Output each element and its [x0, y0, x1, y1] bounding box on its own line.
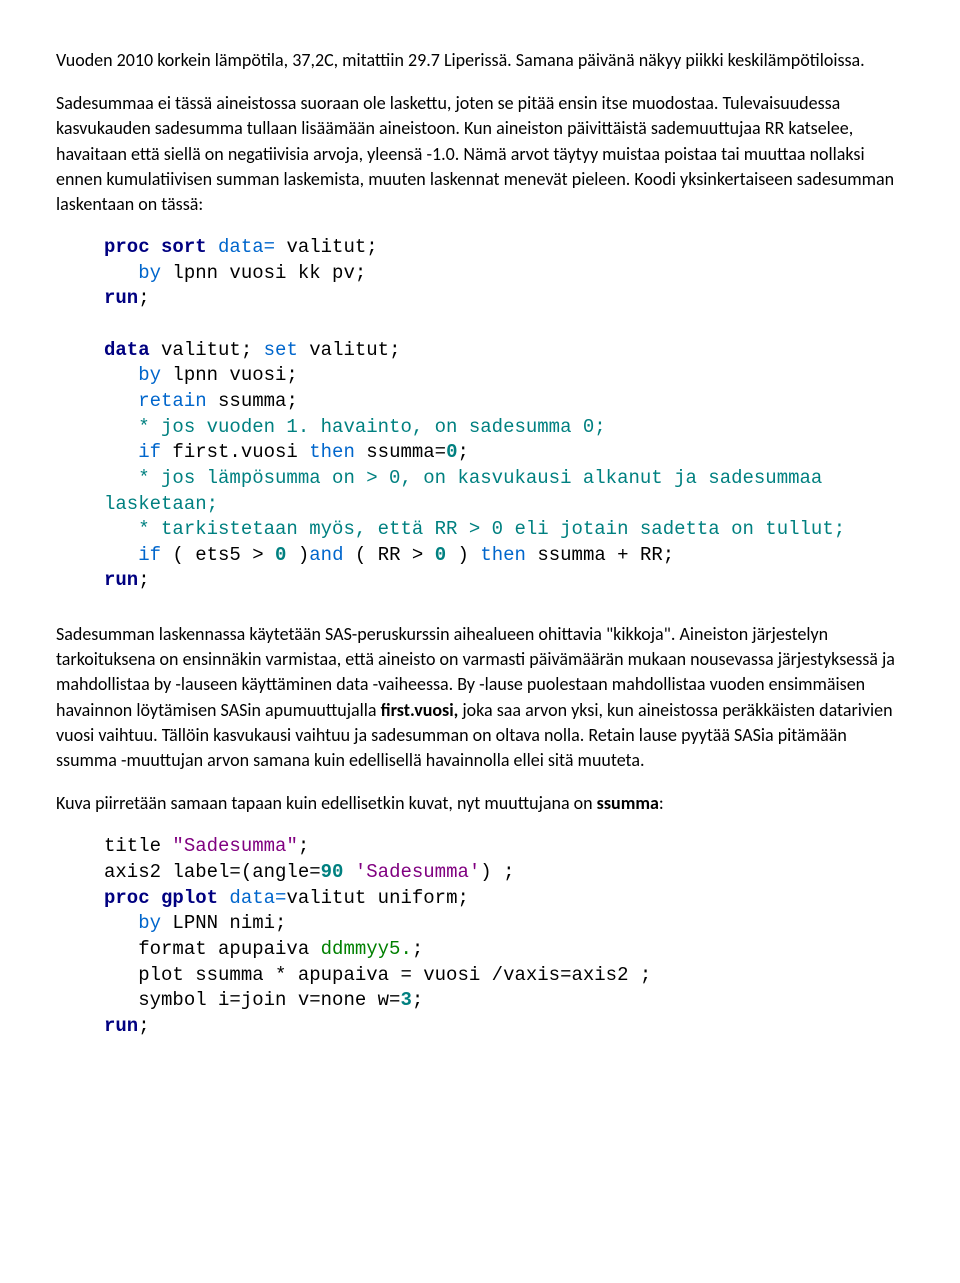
by-vars: lpnn vuosi kk pv;: [161, 262, 366, 284]
stmt-axis: axis2 label=(angle=: [104, 861, 321, 883]
opt-set: set: [264, 339, 298, 361]
code-block-1: proc sort data= valitut; by lpnn vuosi k…: [104, 235, 904, 594]
by-vars: LPNN nimi;: [161, 912, 286, 934]
expr: ): [446, 544, 480, 566]
kw-run: run: [104, 287, 138, 309]
expr: ( RR >: [343, 544, 434, 566]
expr: first.vuosi: [161, 441, 309, 463]
retain-var: ssumma;: [207, 390, 298, 412]
num-zero: 0: [435, 544, 446, 566]
expr: ( ets5 >: [161, 544, 275, 566]
stmt-format: format apupaiva: [104, 938, 321, 960]
kw-run: run: [104, 1015, 138, 1037]
num-3: 3: [400, 989, 411, 1011]
semi: ;: [298, 835, 309, 857]
kw-data: data: [104, 339, 150, 361]
opt-data: data=: [218, 887, 286, 909]
bold-ssumma: ssumma: [597, 792, 659, 814]
space: [343, 861, 354, 883]
id-valitut: valitut uniform;: [286, 887, 468, 909]
format-name: ddmmyy5.: [321, 938, 412, 960]
kw-proc: proc: [104, 236, 150, 258]
stmt-title: title: [104, 835, 172, 857]
text: :: [659, 792, 664, 814]
stmt-symbol: symbol i=join v=none w=: [104, 989, 400, 1011]
id-valitut: valitut;: [298, 339, 401, 361]
opt-then: then: [480, 544, 526, 566]
opt-then: then: [309, 441, 355, 463]
semi: ;: [412, 989, 423, 1011]
stmt-plot: plot ssumma * apupaiva = vuosi /vaxis=ax…: [104, 964, 651, 986]
expr: ): [286, 544, 309, 566]
opt-by: by: [104, 262, 161, 284]
assign: ssumma=: [355, 441, 446, 463]
intro-paragraph-1: Vuoden 2010 korkein lämpötila, 37,2C, mi…: [56, 48, 904, 73]
num-zero: 0: [275, 544, 286, 566]
num-zero: 0: [446, 441, 457, 463]
semi: ;: [457, 441, 468, 463]
explain-paragraph-1: Sadesumman laskennassa käytetään SAS-per…: [56, 622, 904, 773]
comment-line: * jos vuoden 1. havainto, on sadesumma 0…: [104, 416, 606, 438]
bold-firstvuosi: first.vuosi,: [381, 699, 459, 721]
opt-data: data=: [218, 236, 275, 258]
by-vars: lpnn vuosi;: [161, 364, 298, 386]
semi: ;: [412, 938, 423, 960]
opt-and: and: [309, 544, 343, 566]
kw-run: run: [104, 569, 138, 591]
opt-if: if: [104, 544, 161, 566]
intro-paragraph-2: Sadesummaa ei tässä aineistossa suoraan …: [56, 91, 904, 217]
kw-gplot: gplot: [150, 887, 218, 909]
opt-by: by: [104, 912, 161, 934]
id-valitut: valitut;: [150, 339, 264, 361]
expr: ssumma + RR;: [526, 544, 674, 566]
code-block-2: title "Sadesumma"; axis2 label=(angle=90…: [104, 834, 904, 1039]
opt-by: by: [104, 364, 161, 386]
comment-line: * jos lämpösumma on > 0, on kasvukausi a…: [104, 467, 822, 489]
opt-retain: retain: [104, 390, 207, 412]
kw-sort: sort: [161, 236, 207, 258]
opt-if: if: [104, 441, 161, 463]
text: Kuva piirretään samaan tapaan kuin edell…: [56, 792, 597, 814]
num-90: 90: [321, 861, 344, 883]
id-valitut: valitut;: [275, 236, 378, 258]
kw-proc: proc: [104, 887, 150, 909]
string-literal: "Sadesumma": [172, 835, 297, 857]
explain-paragraph-2: Kuva piirretään samaan tapaan kuin edell…: [56, 791, 904, 816]
comment-line: lasketaan;: [104, 493, 218, 515]
comment-line: * tarkistetaan myös, että RR > 0 eli jot…: [104, 518, 845, 540]
string-literal: 'Sadesumma': [355, 861, 480, 883]
close: ) ;: [480, 861, 514, 883]
